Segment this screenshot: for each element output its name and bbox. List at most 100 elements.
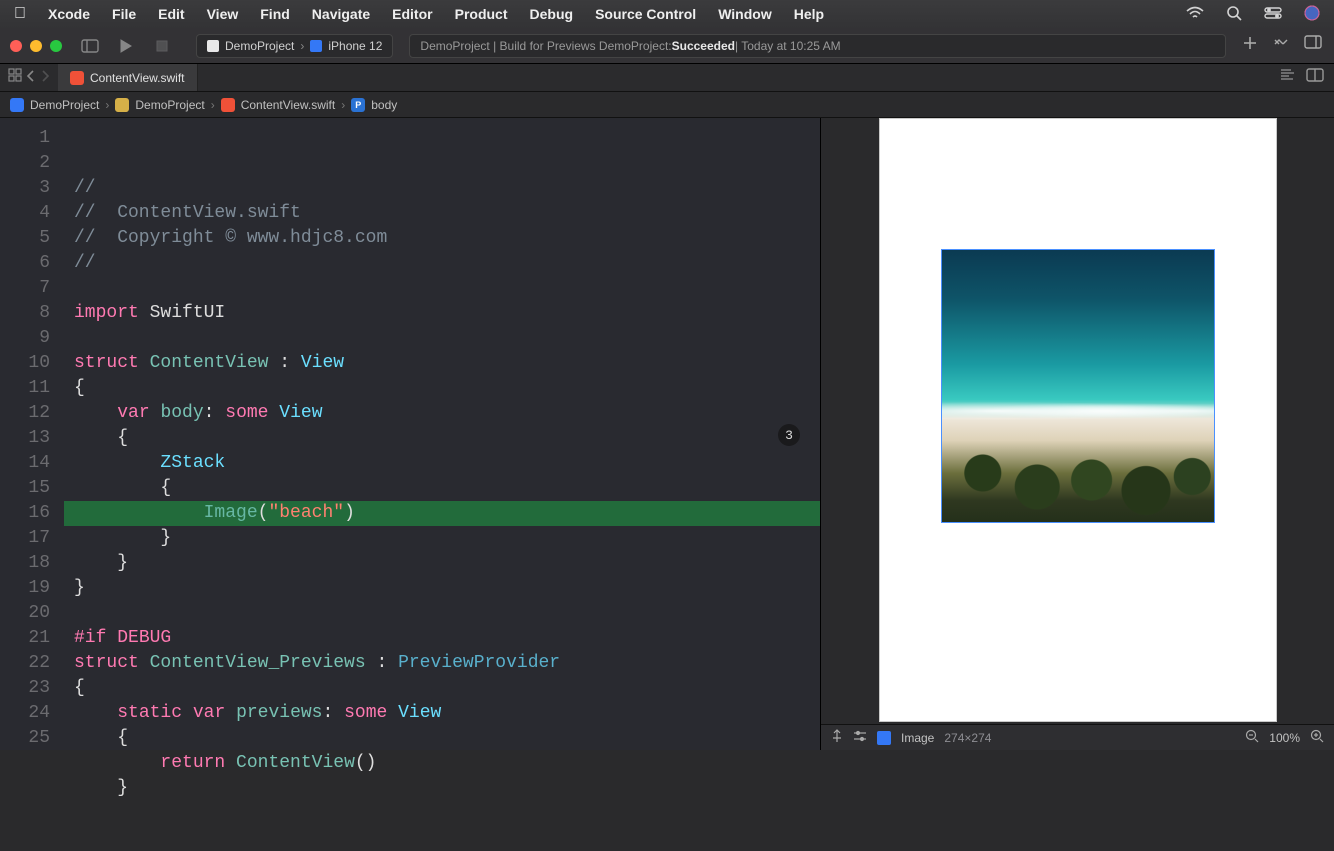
add-button[interactable]: [1242, 35, 1258, 56]
code-line[interactable]: }: [64, 551, 820, 576]
code-line[interactable]: }: [64, 776, 820, 801]
menu-edit[interactable]: Edit: [158, 6, 184, 22]
folder-icon: [115, 98, 129, 112]
line-gutter: 1234567891011121314151617181920212223242…: [0, 118, 64, 750]
preview-canvas[interactable]: [821, 118, 1334, 724]
code-line[interactable]: struct ContentView_Previews : PreviewPro…: [64, 651, 820, 676]
code-line[interactable]: {: [64, 426, 820, 451]
adjust-editor-button[interactable]: [1306, 68, 1324, 87]
jump-folder[interactable]: DemoProject: [135, 98, 204, 112]
swiftui-preview-pane: Image 274×274 100%: [820, 118, 1334, 750]
menu-debug[interactable]: Debug: [530, 6, 574, 22]
wifi-icon[interactable]: [1186, 6, 1204, 23]
siri-icon[interactable]: [1304, 5, 1320, 24]
app-menu[interactable]: Xcode: [48, 6, 90, 22]
code-line[interactable]: }: [64, 526, 820, 551]
scheme-project: DemoProject: [225, 39, 294, 53]
property-icon: P: [351, 98, 365, 112]
menu-editor[interactable]: Editor: [392, 6, 432, 22]
nav-forward-button[interactable]: [40, 69, 50, 87]
jump-file[interactable]: ContentView.swift: [241, 98, 336, 112]
menu-navigate[interactable]: Navigate: [312, 6, 370, 22]
menu-window[interactable]: Window: [718, 6, 772, 22]
code-line[interactable]: return ContentView(): [64, 751, 820, 776]
code-line[interactable]: #if DEBUG: [64, 626, 820, 651]
zoom-level[interactable]: 100%: [1269, 731, 1300, 745]
chevron-right-icon: ›: [105, 98, 109, 112]
preview-element-size: 274×274: [944, 731, 991, 745]
library-button[interactable]: [1272, 35, 1290, 56]
file-tab-active[interactable]: ContentView.swift: [58, 64, 198, 91]
code-line[interactable]: struct ContentView : View: [64, 351, 820, 376]
window-traffic-lights: [10, 40, 62, 52]
zoom-in-button[interactable]: [1310, 729, 1324, 746]
code-line[interactable]: [64, 326, 820, 351]
preview-settings-button[interactable]: [853, 730, 867, 745]
preview-image-beach[interactable]: [941, 249, 1215, 523]
spotlight-icon[interactable]: [1226, 5, 1242, 24]
code-line[interactable]: import SwiftUI: [64, 301, 820, 326]
file-tab-label: ContentView.swift: [90, 71, 185, 85]
menu-product[interactable]: Product: [455, 6, 508, 22]
scheme-selector[interactable]: DemoProject › iPhone 12: [196, 34, 393, 58]
code-line[interactable]: //: [64, 251, 820, 276]
diff-count-badge[interactable]: 3: [778, 424, 800, 446]
macos-menubar:  Xcode File Edit View Find Navigate Edi…: [0, 0, 1334, 28]
project-icon: [10, 98, 24, 112]
apple-menu-icon[interactable]: : [14, 5, 26, 23]
image-type-icon: [877, 731, 891, 745]
preview-status-bar: Image 274×274 100%: [821, 724, 1334, 750]
code-line[interactable]: {: [64, 676, 820, 701]
jump-bar[interactable]: DemoProject › DemoProject › ContentView.…: [0, 92, 1334, 118]
jump-symbol[interactable]: body: [371, 98, 397, 112]
swift-file-icon: [221, 98, 235, 112]
app-icon: [207, 40, 219, 52]
code-line[interactable]: }: [64, 576, 820, 601]
device-icon: [310, 40, 322, 52]
zoom-out-button[interactable]: [1245, 729, 1259, 746]
code-editor[interactable]: 1234567891011121314151617181920212223242…: [0, 118, 820, 750]
menu-help[interactable]: Help: [794, 6, 824, 22]
menu-find[interactable]: Find: [260, 6, 290, 22]
status-time: | Today at 10:25 AM: [735, 39, 841, 53]
code-line[interactable]: // Copyright © www.hdjc8.com: [64, 226, 820, 251]
preview-device-frame: [879, 118, 1277, 722]
control-center-icon[interactable]: [1264, 6, 1282, 22]
activity-status: DemoProject | Build for Previews DemoPro…: [409, 34, 1226, 58]
menu-source-control[interactable]: Source Control: [595, 6, 696, 22]
code-line[interactable]: [64, 276, 820, 301]
window-minimize-button[interactable]: [30, 40, 42, 52]
toggle-inspector-button[interactable]: [1304, 35, 1322, 56]
code-line[interactable]: var body: some View: [64, 401, 820, 426]
editor-tab-bar: ContentView.swift: [0, 64, 1334, 92]
code-line[interactable]: // ContentView.swift: [64, 201, 820, 226]
code-line[interactable]: Image("beach"): [64, 501, 820, 526]
stop-button[interactable]: [148, 35, 176, 57]
pin-preview-button[interactable]: [831, 729, 843, 746]
toolbar-right: [1242, 35, 1322, 56]
window-toolbar: DemoProject › iPhone 12 DemoProject | Bu…: [0, 28, 1334, 64]
run-button[interactable]: [112, 35, 140, 57]
code-line[interactable]: {: [64, 376, 820, 401]
window-zoom-button[interactable]: [50, 40, 62, 52]
code-area[interactable]: //// ContentView.swift// Copyright © www…: [64, 118, 820, 750]
swift-file-icon: [70, 71, 84, 85]
nav-back-button[interactable]: [26, 69, 36, 87]
menu-file[interactable]: File: [112, 6, 136, 22]
jump-project[interactable]: DemoProject: [30, 98, 99, 112]
related-items-button[interactable]: [8, 68, 22, 87]
toggle-navigator-button[interactable]: [76, 35, 104, 57]
status-result: Succeeded: [672, 39, 735, 53]
preview-element-label: Image: [901, 731, 934, 745]
window-close-button[interactable]: [10, 40, 22, 52]
menu-view[interactable]: View: [207, 6, 239, 22]
code-line[interactable]: //: [64, 176, 820, 201]
code-line[interactable]: static var previews: some View: [64, 701, 820, 726]
code-line[interactable]: {: [64, 726, 820, 751]
code-line[interactable]: ZStack: [64, 451, 820, 476]
minimap-button[interactable]: [1280, 68, 1296, 87]
main-split: 1234567891011121314151617181920212223242…: [0, 118, 1334, 750]
code-line[interactable]: {: [64, 476, 820, 501]
code-line[interactable]: [64, 601, 820, 626]
chevron-right-icon: ›: [211, 98, 215, 112]
